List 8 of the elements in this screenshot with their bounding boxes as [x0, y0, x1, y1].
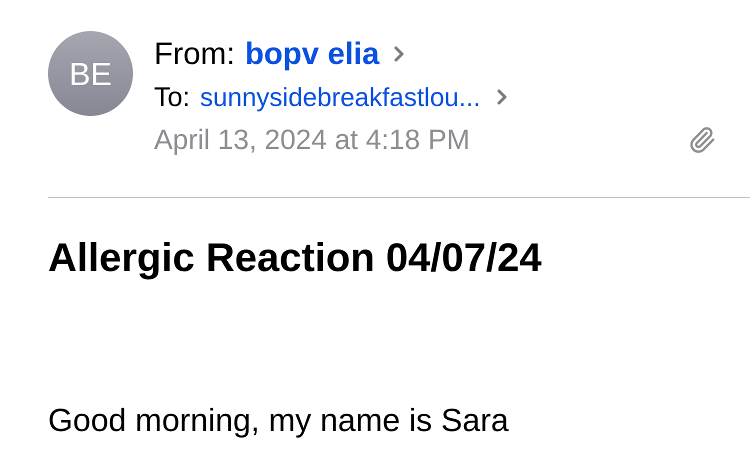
subject-heading: Allergic Reaction 04/07/24: [48, 235, 543, 282]
to-label: To:: [154, 80, 190, 114]
sender-link[interactable]: bopv elia: [244, 30, 380, 78]
message-body: Good morning, my name is Sara: [48, 401, 510, 440]
recipient-link[interactable]: sunnysidebreakfastlou...: [200, 78, 480, 116]
date-text: April 13, 2024 at 4:18 PM: [154, 123, 470, 157]
from-label: From:: [154, 34, 235, 73]
avatar: BE: [48, 31, 133, 116]
